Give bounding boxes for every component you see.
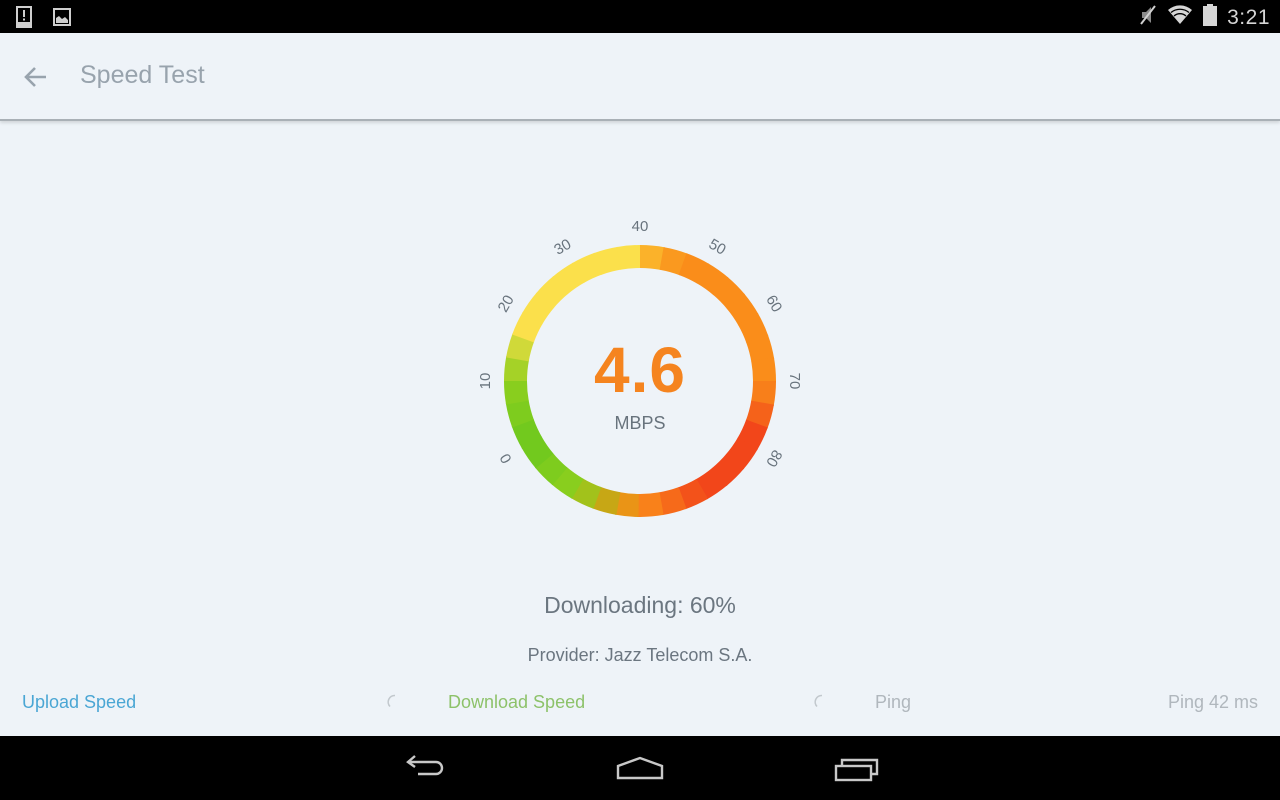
- home-nav-icon: [616, 756, 664, 780]
- gauge-segment: [504, 379, 529, 405]
- upload-speed-label: Upload Speed: [22, 692, 137, 712]
- nav-home-button[interactable]: [615, 750, 665, 786]
- gauge-tick-label: 80: [762, 447, 785, 470]
- ping-label: Ping: [875, 692, 912, 712]
- provider-info: Provider: Jazz Telecom S.A.: [527, 645, 753, 665]
- recents-nav-icon: [834, 758, 879, 782]
- gauge-tick-label: 0: [497, 450, 516, 466]
- gauge-tick-label: 20: [495, 292, 518, 315]
- back-nav-icon: [406, 755, 444, 776]
- gauge-tick-label: 40: [632, 218, 649, 235]
- status-time: 3:21: [1227, 5, 1270, 29]
- ping-value: Ping 42 ms: [1167, 692, 1258, 712]
- speed-value: 4.6: [594, 334, 686, 406]
- navigation-bar: [0, 736, 1280, 800]
- image-notification-icon: [53, 6, 71, 33]
- gauge-segment: [616, 245, 642, 270]
- gauge-segment: [751, 357, 776, 383]
- upload-loading-spinner-icon: [387, 694, 396, 708]
- nav-back-button[interactable]: [400, 750, 450, 786]
- back-button[interactable]: [22, 61, 54, 93]
- gauge-segment: [638, 492, 664, 517]
- gauge-tick-label: 70: [786, 373, 803, 390]
- battery-icon: [1203, 4, 1218, 31]
- gauge-tick-label: 10: [477, 373, 494, 390]
- download-loading-spinner-icon: [814, 694, 823, 708]
- nav-recents-button[interactable]: [832, 750, 882, 786]
- mute-icon: [1139, 4, 1157, 31]
- gauge-tick-label: 50: [706, 236, 729, 259]
- download-speed-label: Download Speed: [448, 692, 586, 712]
- progress-status: Downloading: 60%: [544, 592, 736, 618]
- alert-notification-icon: [16, 6, 32, 33]
- gauge-tick-label: 30: [551, 236, 574, 259]
- gauge-tick-label: 60: [762, 292, 785, 315]
- status-bar: 3:21: [0, 0, 1280, 33]
- wifi-icon: [1167, 5, 1193, 30]
- arrow-left-icon: [24, 67, 46, 87]
- page-title: Speed Test: [80, 61, 205, 89]
- app-bar: Speed Test: [0, 33, 1280, 121]
- speed-unit: MBPS: [614, 413, 666, 433]
